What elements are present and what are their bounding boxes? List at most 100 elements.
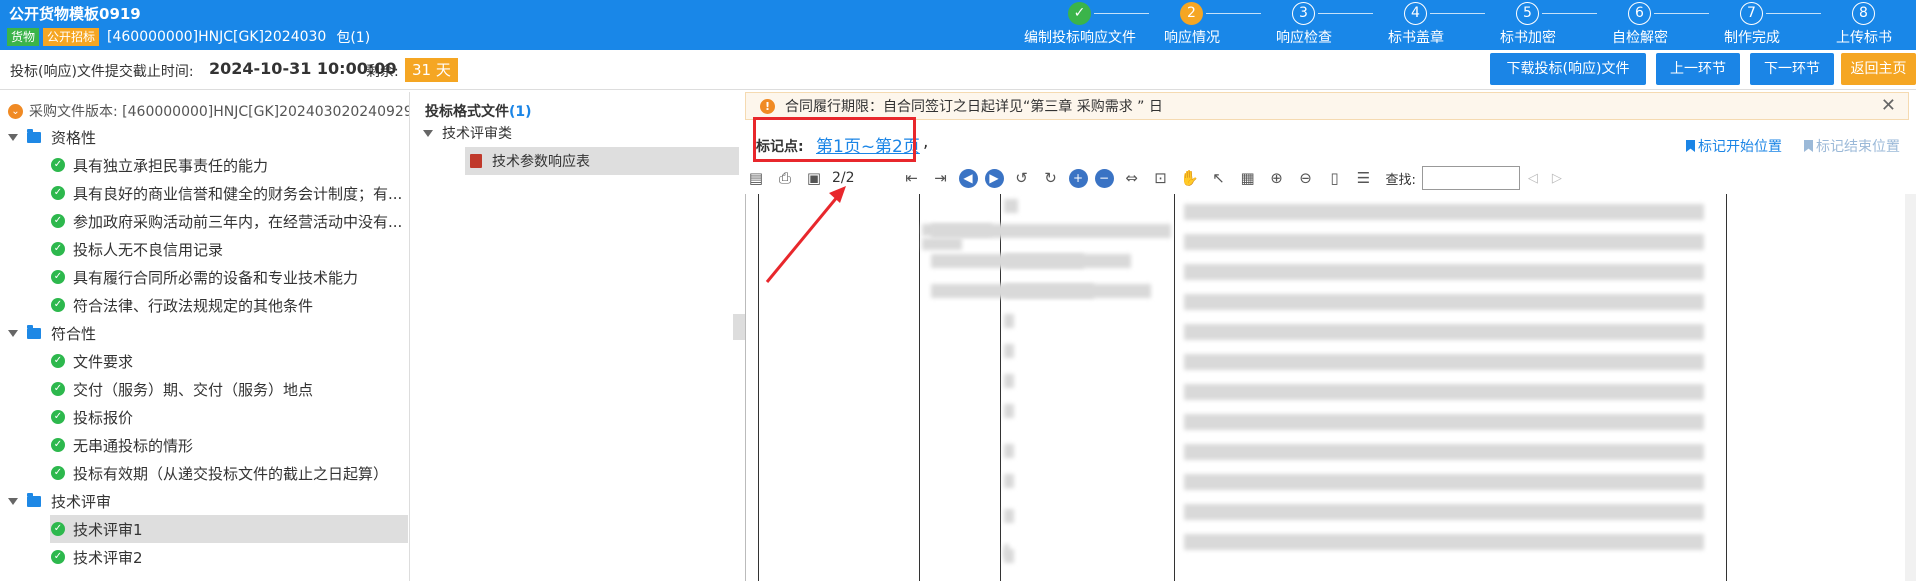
select-icon[interactable]: ↖	[1208, 167, 1230, 189]
single-page-icon[interactable]: ▯	[1324, 167, 1346, 189]
step-label: 上传标书	[1836, 30, 1892, 46]
tree-group[interactable]: 技术评审	[0, 487, 408, 515]
find-input[interactable]	[1421, 166, 1520, 190]
table-border-line	[1000, 194, 1001, 581]
check-icon: ✓	[1068, 2, 1091, 25]
rotate-right-icon[interactable]: ↻	[1040, 167, 1062, 189]
procurement-version: ⌄ 采购文件版本: [460000000]HNJC[GK]20240302024…	[8, 101, 409, 121]
save-icon[interactable]: ▣	[803, 167, 825, 189]
bookmark-icon	[1804, 140, 1813, 152]
redacted-content	[931, 224, 1171, 238]
caret-down-icon[interactable]	[8, 329, 18, 337]
caret-down-icon[interactable]	[8, 133, 18, 141]
pdf-viewer[interactable]	[745, 194, 1909, 581]
continuous-icon[interactable]: ☰	[1353, 167, 1375, 189]
redacted-content	[1184, 294, 1704, 310]
redacted-content	[1004, 404, 1014, 418]
tree-item[interactable]: ✓ 符合法律、行政法规规定的其他条件	[0, 291, 408, 319]
format-file-title: 投标格式文件(1)	[425, 101, 532, 121]
prev-icon[interactable]: ◀	[958, 168, 978, 188]
redacted-content	[1004, 199, 1018, 213]
tree-item[interactable]: ✓ 具有履行合同所必需的设备和专业技术能力	[0, 263, 408, 291]
hand-icon[interactable]: ✋	[1179, 167, 1201, 189]
step-8[interactable]: 8 上传标书	[1794, 0, 1916, 50]
viewer-scrollbar[interactable]	[1905, 194, 1916, 581]
print-icon[interactable]: ⎙	[774, 167, 796, 189]
table-border-line	[758, 194, 759, 581]
mark-end-button[interactable]: 标记结束位置	[1804, 136, 1900, 156]
pdf-icon	[470, 154, 482, 168]
tree-group[interactable]: 资格性	[0, 123, 408, 151]
pdf-toolbar: ▤ ⎙ ▣ 2/2 ⇤ ⇥ ◀ ▶ ↺ ↻ + − ⇔ ⊡ ✋ ↖ ▦ ⊕ ⊖ …	[745, 164, 1909, 192]
package-label: 包(1)	[336, 30, 371, 46]
folder-icon	[27, 324, 41, 339]
chevron-down-icon[interactable]: ⌄	[8, 103, 23, 119]
check-circle-icon: ✓	[51, 522, 65, 536]
clipboard-icon[interactable]: ▦	[1237, 167, 1259, 189]
panel-resize-handle[interactable]	[733, 314, 745, 340]
tree-item[interactable]: ✓ 无串通投标的情形	[0, 431, 408, 459]
redacted-content	[1184, 354, 1704, 370]
check-circle-icon: ✓	[51, 298, 65, 312]
remaining-days-badge: 31 天	[405, 58, 458, 82]
item-label: 具有履行合同所必需的设备和专业技术能力	[73, 268, 359, 287]
item-label: 具有良好的商业信誉和健全的财务会计制度；有...	[73, 184, 403, 203]
next-icon[interactable]: ▶	[984, 168, 1004, 188]
tree-item[interactable]: ✓ 交付（服务）期、交付（服务）地点	[0, 375, 408, 403]
check-circle-icon: ✓	[51, 382, 65, 396]
step-number: 8	[1852, 2, 1875, 25]
caret-down-icon[interactable]	[8, 497, 18, 505]
fit-page-icon[interactable]: ⊡	[1150, 167, 1172, 189]
tree-item[interactable]: ✓ 具有良好的商业信誉和健全的财务会计制度；有...	[0, 179, 408, 207]
tree-file-item[interactable]: 技术参数响应表	[465, 147, 739, 175]
redacted-content	[1184, 324, 1704, 340]
download-response-file-button[interactable]: 下载投标(响应)文件	[1490, 53, 1646, 85]
warning-icon: !	[760, 98, 775, 114]
zoom-in-icon[interactable]: ⊕	[1266, 167, 1288, 189]
project-code: [460000000]HNJC[GK]2024030	[107, 29, 327, 45]
tree-group[interactable]: 符合性	[0, 319, 408, 347]
redacted-content	[922, 238, 962, 250]
next-step-button[interactable]: 下一环节	[1750, 53, 1834, 85]
redacted-content	[1184, 204, 1704, 220]
rotate-left-icon[interactable]: ↺	[1011, 167, 1033, 189]
tree-category[interactable]: 技术评审类	[423, 123, 512, 143]
item-label: 具有独立承担民事责任的能力	[73, 156, 269, 175]
check-circle-icon: ✓	[51, 158, 65, 172]
tree-item[interactable]: ✓ 投标报价	[0, 403, 408, 431]
item-label: 参加政府采购活动前三年内，在经营活动中没有...	[73, 212, 403, 231]
redacted-content	[1004, 474, 1014, 488]
tree-item[interactable]: ✓ 文件要求	[0, 347, 408, 375]
caret-down-icon[interactable]	[423, 129, 433, 137]
check-circle-icon: ✓	[51, 438, 65, 452]
page-indicator[interactable]: 2/2	[832, 170, 855, 186]
check-circle-icon: ✓	[51, 242, 65, 256]
return-home-button[interactable]: 返回主页	[1841, 53, 1916, 85]
annotation-highlight-box	[753, 117, 916, 162]
tree-item[interactable]: ✓ 投标有效期（从递交投标文件的截止之日起算）	[0, 459, 408, 487]
step-number: 4	[1404, 2, 1427, 25]
zoom-out-icon[interactable]: ⊖	[1295, 167, 1317, 189]
zoom-minus-icon[interactable]: −	[1094, 168, 1114, 188]
tree-item[interactable]: ✓ 投标人无不良信用记录	[0, 235, 408, 263]
table-border-line	[1174, 194, 1175, 581]
fit-width-icon[interactable]: ⇔	[1121, 167, 1143, 189]
check-circle-icon: ✓	[51, 354, 65, 368]
zoom-plus-icon[interactable]: +	[1068, 168, 1088, 188]
folder-icon	[27, 492, 41, 507]
mark-start-button[interactable]: 标记开始位置	[1686, 136, 1782, 156]
check-circle-icon: ✓	[51, 466, 65, 480]
find-next-icon[interactable]: ▷	[1552, 171, 1562, 186]
find-prev-icon[interactable]: ◁	[1528, 171, 1538, 186]
step-number: 7	[1740, 2, 1763, 25]
tree-item[interactable]: ✓ 具有独立承担民事责任的能力	[0, 151, 408, 179]
close-icon[interactable]: ✕	[1881, 95, 1896, 116]
document-icon[interactable]: ▤	[745, 167, 767, 189]
first-page-icon[interactable]: ⇤	[901, 167, 923, 189]
tree-item[interactable]: ✓ 技术评审2	[0, 543, 408, 571]
last-page-icon[interactable]: ⇥	[930, 167, 952, 189]
tree-item[interactable]: ✓ 技术评审1	[50, 515, 408, 543]
previous-step-button[interactable]: 上一环节	[1656, 53, 1740, 85]
tree-item[interactable]: ✓ 参加政府采购活动前三年内，在经营活动中没有...	[0, 207, 408, 235]
format-file-count: (1)	[509, 104, 532, 120]
